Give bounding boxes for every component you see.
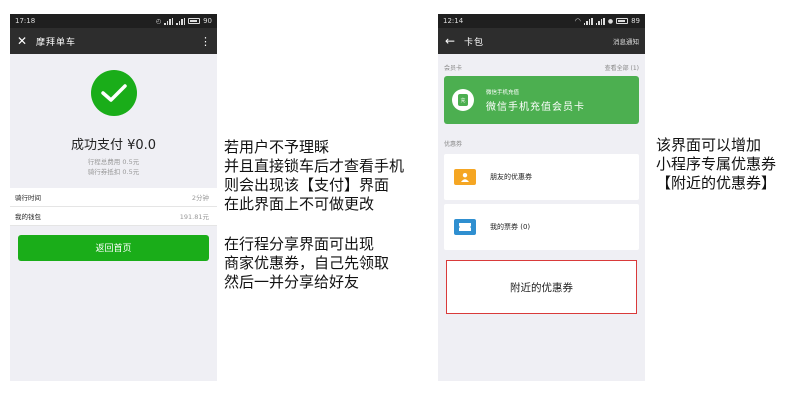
coupon-deduction: 骑行券抵扣 0.5元 — [87, 168, 140, 177]
nav-bar: ✕ 摩拜单车 ⋮ — [10, 28, 217, 54]
signal-icon — [164, 17, 174, 25]
friend-icon — [454, 169, 476, 185]
battery-icon — [616, 18, 629, 24]
section-label: 会员卡 — [444, 64, 463, 72]
coupon-section-label: 优惠券 — [444, 140, 463, 148]
payment-screen: 17:18 ◴ 90 ✕ 摩拜单车 ⋮ 成功支付 ¥0.0 行程总费用 0.5元… — [10, 14, 217, 381]
row-label: 我的钱包 — [15, 212, 41, 221]
signal-icon-2 — [176, 17, 186, 25]
member-card-section-header: 会员卡 查看全部 (1) — [438, 60, 645, 74]
battery-icon — [188, 18, 201, 24]
wifi-icon: ◠ — [574, 17, 581, 25]
message-notify-link[interactable]: 消息通知 — [613, 36, 639, 46]
sync-icon: ● — [607, 17, 614, 25]
friends-coupon-item[interactable]: 朋友的优惠券 — [444, 154, 639, 200]
battery-level: 90 — [203, 17, 212, 25]
coupon-name: 朋友的优惠券 — [490, 173, 532, 181]
card-brand: 微信手机充值 — [486, 89, 520, 96]
nearby-coupon-button[interactable]: 附近的优惠券 — [446, 260, 637, 314]
total-fare: 行程总费用 0.5元 — [87, 158, 140, 166]
list-item[interactable]: 我的钱包 191.81元 — [10, 207, 217, 226]
nav-bar: ← 卡包 消息通知 — [438, 28, 645, 54]
alarm-icon: ◴ — [155, 17, 162, 25]
card-name: 微信手机充值会员卡 — [486, 101, 585, 113]
status-bar: 12:14 ◠ ● 89 — [438, 14, 645, 28]
status-bar: 17:18 ◴ 90 — [10, 14, 217, 28]
status-time: 12:14 — [443, 17, 464, 25]
back-arrow-icon[interactable]: ← — [444, 34, 456, 48]
payment-result: 成功支付 ¥0.0 行程总费用 0.5元 骑行券抵扣 0.5元 — [10, 54, 217, 178]
nav-title: 卡包 — [464, 37, 485, 48]
success-check-icon — [90, 70, 137, 116]
card-wallet-screen: 12:14 ◠ ● 89 ← 卡包 消息通知 会员卡 查看全部 (1) 充 微信… — [438, 14, 645, 381]
list-item: 骑行时间 2分钟 — [10, 188, 217, 207]
note-left: 若用户不予理睬 并且直接锁车后才查看手机 则会出现该【支付】界面 在此界面上不可… — [224, 138, 405, 213]
signal-icon — [583, 17, 593, 25]
ticket-icon — [454, 219, 476, 235]
row-value: 2分钟 — [191, 193, 209, 202]
row-value: 191.81元 — [179, 212, 209, 221]
return-home-button[interactable]: 返回首页 — [18, 234, 209, 261]
note-right: 该界面可以增加 小程序专属优惠券 【附近的优惠券】 — [656, 136, 777, 192]
row-label: 骑行时间 — [15, 193, 41, 202]
view-all-link[interactable]: 查看全部 (1) — [605, 63, 639, 72]
payment-amount: 成功支付 ¥0.0 — [70, 138, 157, 153]
signal-icon-2 — [595, 17, 605, 25]
canvas: 17:18 ◴ 90 ✕ 摩拜单车 ⋮ 成功支付 ¥0.0 行程总费用 0.5元… — [0, 0, 800, 401]
my-tickets-item[interactable]: 我的票券 (0) — [444, 204, 639, 250]
trip-info-list: 骑行时间 2分钟 我的钱包 191.81元 — [10, 187, 217, 226]
battery-level: 89 — [631, 17, 640, 25]
status-time: 17:18 — [15, 17, 36, 25]
phone-recharge-logo-icon: 充 — [452, 89, 474, 111]
note-middle: 在行程分享界面可出现 商家优惠券，自己先领取 然后一并分享给好友 — [224, 235, 390, 291]
member-card[interactable]: 充 微信手机充值 微信手机充值会员卡 — [444, 76, 639, 124]
close-icon[interactable]: ✕ — [16, 34, 28, 48]
nav-title: 摩拜单车 — [36, 37, 77, 48]
coupon-name: 我的票券 (0) — [490, 223, 531, 231]
more-icon[interactable]: ⋮ — [200, 36, 211, 47]
